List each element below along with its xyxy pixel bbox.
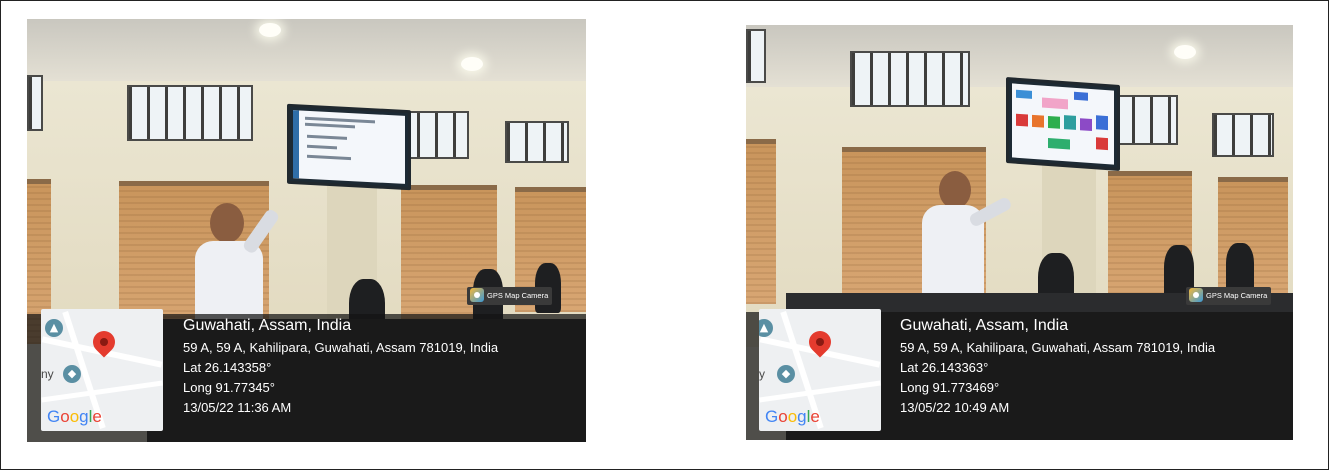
location-title: Guwahati, Assam, India — [900, 317, 1069, 334]
slide-flowchart — [1016, 89, 1108, 151]
caption-text-block: Guwahati, Assam, India 59 A, 59 A, Kahil… — [900, 317, 1215, 415]
window — [1212, 113, 1274, 157]
geotagged-photo-1: GPS Map Camera ▲ ◆ ny Google Guwahati, A… — [27, 19, 586, 442]
ceiling-light — [461, 57, 483, 71]
window — [505, 121, 569, 163]
location-title: Guwahati, Assam, India — [183, 317, 352, 334]
google-logo: Google — [47, 407, 102, 427]
google-logo-letter: g — [797, 407, 807, 426]
map-thumbnail: ▲ ◆ ny Google — [41, 309, 163, 431]
badge-label: GPS Map Camera — [487, 291, 549, 300]
google-logo: Google — [765, 407, 820, 427]
gps-map-camera-badge: GPS Map Camera — [467, 287, 553, 305]
google-logo-letter: o — [60, 407, 70, 426]
google-logo-letter: o — [69, 407, 80, 426]
page-frame: GPS Map Camera ▲ ◆ ny Google Guwahati, A… — [0, 0, 1329, 470]
google-logo-letter: e — [810, 407, 820, 426]
presenter-head — [939, 171, 971, 209]
map-road — [41, 380, 163, 403]
address: 59 A, 59 A, Kahilipara, Guwahati, Assam … — [900, 340, 1216, 355]
education-icon: ◆ — [777, 365, 795, 383]
address: 59 A, 59 A, Kahilipara, Guwahati, Assam … — [183, 340, 499, 355]
museum-icon: ▲ — [45, 319, 63, 337]
geotagged-photo-2: GPS Map Camera ▲ ◆ y Google Guwahati, As… — [746, 25, 1293, 440]
caption-text-block: Guwahati, Assam, India 59 A, 59 A, Kahil… — [183, 317, 498, 415]
window — [746, 29, 766, 83]
latitude: Lat 26.143363° — [900, 360, 989, 375]
datetime: 13/05/22 11:36 AM — [183, 400, 292, 415]
presenter-head — [210, 203, 244, 243]
map-label: ny — [41, 367, 54, 381]
google-logo-letter: g — [79, 407, 89, 426]
window — [850, 51, 970, 107]
longitude: Long 91.773469° — [900, 380, 1000, 395]
window-blind — [746, 139, 776, 304]
longitude: Long 91.77345° — [183, 380, 275, 395]
google-logo-letter: e — [92, 407, 102, 426]
map-thumbnail: ▲ ◆ y Google — [759, 309, 881, 431]
ceiling-light — [259, 23, 281, 37]
presentation-screen — [1006, 77, 1120, 171]
window — [27, 75, 43, 131]
latitude: Lat 26.143358° — [183, 360, 272, 375]
screen-content — [293, 110, 405, 184]
window — [1112, 95, 1178, 145]
map-road — [759, 380, 881, 403]
badge-label: GPS Map Camera — [1206, 291, 1268, 300]
google-logo-letter: o — [787, 407, 798, 426]
map-label: y — [759, 367, 765, 381]
ceiling-light — [1174, 45, 1196, 59]
gps-map-camera-icon — [470, 288, 484, 302]
office-chair — [1226, 243, 1254, 293]
ceiling — [27, 19, 586, 81]
gps-map-camera-badge: GPS Map Camera — [1186, 287, 1272, 305]
google-logo-letter: G — [765, 407, 779, 426]
museum-icon: ▲ — [759, 319, 773, 337]
slide-graphic — [293, 110, 375, 179]
google-logo-letter: o — [778, 407, 788, 426]
window — [127, 85, 253, 141]
gps-map-camera-icon — [1189, 288, 1203, 302]
google-logo-letter: G — [47, 407, 61, 426]
screen-content — [1012, 83, 1114, 165]
datetime: 13/05/22 10:49 AM — [900, 400, 1010, 415]
presentation-screen — [287, 103, 411, 191]
education-icon: ◆ — [63, 365, 81, 383]
